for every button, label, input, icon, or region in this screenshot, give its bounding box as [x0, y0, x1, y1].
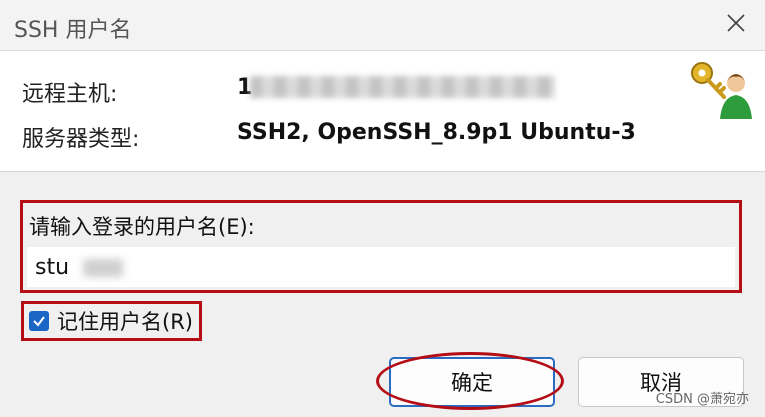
watermark: CSDN @萧宛亦 [655, 392, 749, 407]
host-value-redacted [250, 76, 555, 98]
remember-username-checkbox[interactable]: 记住用户名(R) [21, 301, 202, 341]
username-section: 请输入登录的用户名(E): [20, 200, 742, 293]
host-label: 远程主机: [22, 82, 118, 107]
ok-button[interactable]: 确定 [389, 357, 555, 407]
title-bar: SSH 用户名 [0, 0, 765, 51]
close-button[interactable] [707, 0, 765, 50]
info-panel: 远程主机: 1 服务器类型: SSH2, OpenSSH_8.9p1 Ubunt… [0, 51, 765, 172]
checkmark-icon [29, 311, 49, 331]
username-redacted [83, 259, 123, 277]
remember-username-label: 记住用户名(R) [57, 310, 193, 334]
server-type-label: 服务器类型: [22, 127, 140, 152]
window-title: SSH 用户名 [14, 18, 132, 43]
keys-user-icon [688, 59, 754, 121]
close-icon [726, 13, 746, 37]
username-input[interactable] [27, 247, 735, 287]
username-prompt: 请输入登录的用户名(E): [29, 215, 255, 239]
server-type-value: SSH2, OpenSSH_8.9p1 Ubuntu-3ubi [237, 120, 637, 145]
